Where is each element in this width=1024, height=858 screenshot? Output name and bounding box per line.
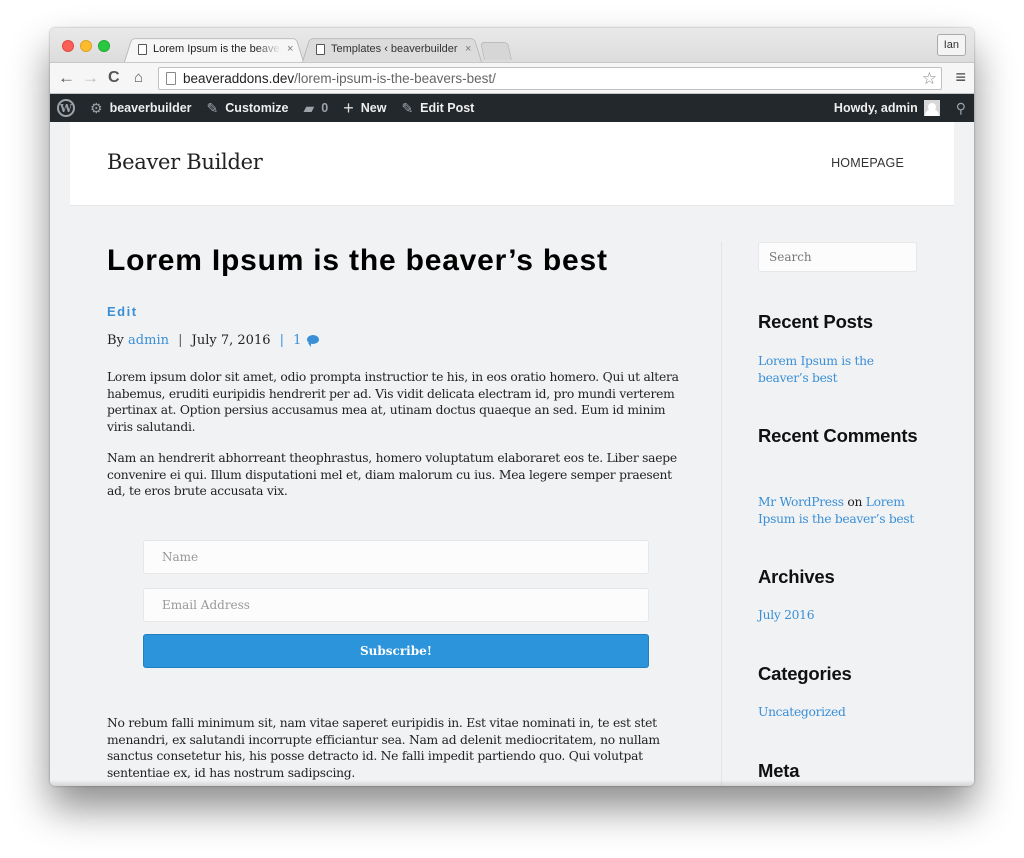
subscribe-button[interactable]: Subscribe!: [143, 634, 649, 668]
url-host: beaveraddons.dev: [183, 71, 295, 86]
wp-admin-bar: W ⚙ beaverbuilder ✎ Customize ▰ 0 + New …: [50, 94, 974, 122]
content-area: Lorem Ipsum is the beaver’s best Edit By…: [70, 206, 954, 786]
comments-count: 0: [321, 101, 329, 115]
tab-strip: Lorem Ipsum is the beaver's best × Templ…: [50, 28, 974, 62]
page-icon: [138, 43, 147, 55]
post-paragraph: Nam an hendrerit abhorreant theophrastus…: [107, 451, 677, 499]
plus-icon: +: [343, 97, 354, 118]
tab-close-icon[interactable]: ×: [287, 43, 293, 55]
paintbrush-icon: ✎: [206, 99, 219, 116]
post-paragraph: No rebum falli minimum sit, nam vitae sa…: [107, 716, 660, 780]
meta-separator: |: [279, 333, 285, 348]
close-window-button[interactable]: [62, 40, 74, 52]
recent-posts-title: Recent Posts: [758, 311, 873, 332]
url-path: /lorem-ipsum-is-the-beavers-best/: [294, 71, 496, 86]
edit-post-label: Edit Post: [420, 101, 475, 115]
admin-bar-edit-post[interactable]: ✎ Edit Post: [401, 100, 474, 117]
comment-bubble-icon: [306, 335, 319, 347]
new-tab-button[interactable]: [480, 42, 512, 60]
tab-lorem-ipsum[interactable]: Lorem Ipsum is the beaver's best ×: [124, 36, 304, 62]
wordpress-logo-icon[interactable]: W: [57, 99, 75, 117]
howdy-admin-label[interactable]: Howdy, admin: [834, 101, 918, 115]
tab-templates[interactable]: Templates ‹ beaverbuilder ×: [302, 36, 482, 62]
name-field[interactable]: [143, 540, 649, 574]
page-icon: [316, 43, 325, 55]
tab-close-icon[interactable]: ×: [465, 43, 471, 55]
browser-window: Lorem Ipsum is the beaver's best × Templ…: [50, 28, 974, 786]
back-arrow-icon[interactable]: ←: [58, 68, 75, 88]
comments-link[interactable]: 1: [293, 333, 319, 348]
archives-title: Archives: [758, 566, 835, 587]
admin-bar-comments[interactable]: ▰ 0: [303, 100, 328, 117]
meta-separator: |: [178, 333, 183, 348]
comments-count: 1: [293, 333, 302, 348]
post-paragraph: Lorem ipsum dolor sit amet, odio prompta…: [107, 370, 679, 434]
email-field[interactable]: [143, 588, 649, 622]
page-fold-shadow: [50, 780, 974, 786]
forward-arrow-icon[interactable]: →: [82, 68, 99, 88]
edit-post-link[interactable]: Edit: [107, 304, 138, 319]
pencil-icon: ✎: [401, 99, 414, 116]
sidebar-divider: [721, 242, 722, 786]
category-link[interactable]: Uncategorized: [758, 705, 846, 719]
hamburger-menu-icon[interactable]: ≡: [955, 67, 966, 88]
browser-toolbar: ← → C ⌂ beaveraddons.dev/lorem-ipsum-is-…: [50, 62, 974, 94]
site-header: Beaver Builder HOMEPAGE: [70, 122, 954, 206]
new-label: New: [360, 101, 387, 115]
recent-comments-title: Recent Comments: [758, 425, 918, 446]
web-page: Beaver Builder HOMEPAGE Lorem Ipsum is t…: [50, 122, 974, 786]
comment-on-label: on: [847, 495, 863, 509]
admin-bar-site-name[interactable]: ⚙ beaverbuilder: [90, 100, 192, 117]
recent-post-link[interactable]: Lorem Ipsum is the beaver’s best: [758, 353, 888, 386]
author-link[interactable]: admin: [128, 333, 169, 348]
bookmark-star-icon[interactable]: ☆: [922, 68, 937, 89]
recent-comments-list: Mr WordPress on Lorem Ipsum is the beave…: [758, 494, 923, 527]
maximize-window-button[interactable]: [98, 40, 110, 52]
page-icon: [166, 72, 176, 85]
tab-title: Lorem Ipsum is the beaver's best: [153, 43, 281, 55]
subscribe-form: Subscribe!: [143, 540, 649, 668]
recent-posts-list: Lorem Ipsum is the beaver’s best: [758, 353, 923, 386]
post-date: July 7, 2016: [191, 333, 271, 348]
admin-bar-customize[interactable]: ✎ Customize: [207, 100, 289, 117]
minimize-window-button[interactable]: [80, 40, 92, 52]
home-icon[interactable]: ⌂: [134, 68, 143, 88]
by-label: By: [107, 333, 124, 348]
reload-icon[interactable]: C: [108, 68, 120, 88]
site-title[interactable]: Beaver Builder: [107, 150, 263, 174]
nav-item-homepage[interactable]: HOMEPAGE: [831, 156, 904, 170]
archives-list: July 2016: [758, 607, 923, 624]
post-title: Lorem Ipsum is the beaver’s best: [107, 244, 608, 277]
categories-list: Uncategorized: [758, 704, 923, 721]
profile-button[interactable]: Ian: [936, 34, 966, 56]
tab-title: Templates ‹ beaverbuilder: [331, 43, 458, 55]
post-meta: By admin | July 7, 2016 | 1: [107, 333, 319, 348]
customize-label: Customize: [225, 101, 289, 115]
site-name-label: beaverbuilder: [109, 101, 192, 115]
dashboard-icon: ⚙: [90, 99, 103, 116]
search-icon[interactable]: ⚲: [956, 100, 966, 117]
categories-title: Categories: [758, 663, 852, 684]
avatar[interactable]: [923, 100, 940, 116]
archive-link[interactable]: July 2016: [758, 608, 815, 622]
sidebar-search-input[interactable]: [758, 242, 917, 272]
comment-author-link[interactable]: Mr WordPress: [758, 495, 844, 509]
comment-icon: ▰: [303, 99, 315, 116]
address-bar[interactable]: beaveraddons.dev/lorem-ipsum-is-the-beav…: [158, 67, 942, 90]
admin-bar-new[interactable]: + New: [343, 98, 386, 119]
